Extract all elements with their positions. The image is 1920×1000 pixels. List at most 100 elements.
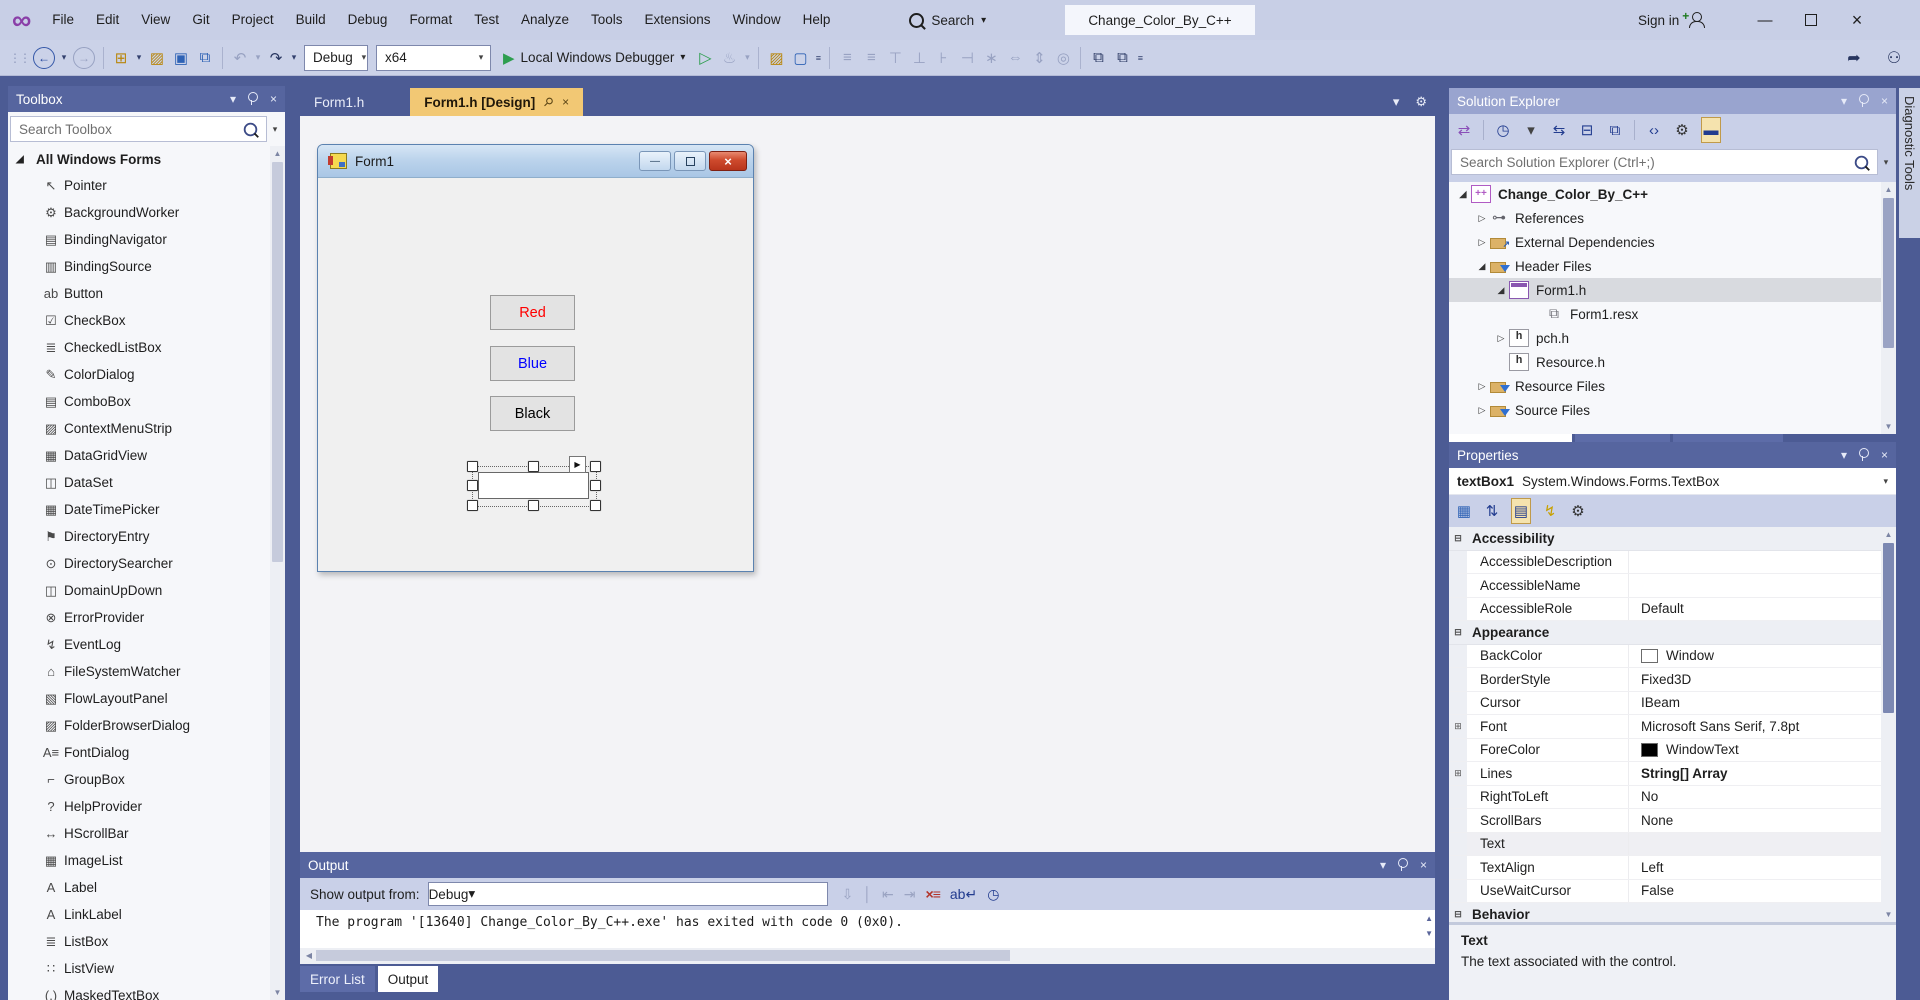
- property-value[interactable]: Microsoft Sans Serif, 7.8pt: [1629, 719, 1896, 734]
- menu-item[interactable]: Help: [792, 0, 842, 40]
- properties-toolbar-icon[interactable]: ▤: [1511, 498, 1531, 524]
- tree-row[interactable]: ▷ Resource Files: [1449, 374, 1896, 398]
- toolbox-item[interactable]: ⚑ DirectoryEntry: [8, 523, 285, 550]
- property-row[interactable]: UseWaitCursor False: [1449, 880, 1896, 904]
- property-row[interactable]: ScrollBars None: [1449, 809, 1896, 833]
- toolbar-icon[interactable]: ▷: [694, 45, 716, 71]
- output-vscroll-buttons[interactable]: ▲ ▼: [1425, 914, 1433, 938]
- category-expander-icon[interactable]: ⊞: [1449, 762, 1467, 785]
- resize-handle[interactable]: [467, 500, 478, 511]
- toolbar-icon[interactable]: ≡: [1135, 45, 1145, 71]
- category-expander-icon[interactable]: [1449, 809, 1467, 832]
- property-value[interactable]: Window: [1629, 648, 1896, 663]
- toolbox-item[interactable]: ⊙ DirectorySearcher: [8, 550, 285, 577]
- toolbox-header[interactable]: Toolbox ▾ ×: [8, 86, 285, 112]
- toolbar-icon[interactable]: ▾: [742, 45, 752, 71]
- form-button[interactable]: Blue: [490, 346, 575, 381]
- properties-toolbar-icon[interactable]: ▦: [1455, 499, 1473, 523]
- toolbox-item[interactable]: ≣ ListBox: [8, 928, 285, 955]
- designer-textbox[interactable]: [478, 472, 589, 499]
- toolbox-item[interactable]: ⌐ GroupBox: [8, 766, 285, 793]
- close-icon[interactable]: ×: [562, 95, 569, 109]
- tree-row[interactable]: ▷ External Dependencies: [1449, 230, 1896, 254]
- property-row[interactable]: RightToLeft No: [1449, 786, 1896, 810]
- toolbar-icon[interactable]: ⊥: [908, 45, 930, 71]
- solution-explorer-toolbar-icon[interactable]: ⊟: [1578, 118, 1596, 142]
- tree-row[interactable]: ◢ Change_Color_By_C++: [1449, 182, 1896, 206]
- pin-icon[interactable]: [1398, 858, 1408, 868]
- sign-in-link[interactable]: Sign in: [1638, 13, 1679, 28]
- toolbox-item[interactable]: ▤ BindingNavigator: [8, 226, 285, 253]
- expander-icon[interactable]: ▷: [1474, 405, 1490, 416]
- tab-form1h[interactable]: Form1.h: [300, 88, 378, 116]
- scroll-down-icon[interactable]: ▼: [1881, 907, 1896, 922]
- resize-handle[interactable]: [467, 480, 478, 491]
- expander-icon[interactable]: ◢: [1455, 189, 1471, 200]
- toolbar-icon[interactable]: ▾: [59, 45, 69, 71]
- resize-handle[interactable]: [590, 500, 601, 511]
- designed-form-window[interactable]: Form1 — × Red Blue Black: [317, 144, 754, 572]
- property-value[interactable]: Left: [1629, 860, 1896, 875]
- scroll-left-icon[interactable]: ◀: [302, 948, 316, 964]
- toolbar-icon[interactable]: [103, 47, 104, 69]
- toolbox-item[interactable]: ↔ HScrollBar: [8, 820, 285, 847]
- add-account-icon[interactable]: +: [1688, 12, 1704, 28]
- chevron-down-icon[interactable]: ▾: [1841, 448, 1847, 462]
- properties-toolbar-icon[interactable]: ↯: [1541, 499, 1559, 523]
- resize-handle[interactable]: [467, 461, 478, 472]
- toolbar-icon[interactable]: ⧉: [1087, 45, 1109, 71]
- category-expander-icon[interactable]: [1449, 598, 1467, 621]
- scrollbar-thumb[interactable]: [1883, 543, 1894, 713]
- property-value[interactable]: None: [1629, 813, 1896, 828]
- toolbox-item[interactable]: ▥ BindingSource: [8, 253, 285, 280]
- toolbox-item[interactable]: ▧ FlowLayoutPanel: [8, 685, 285, 712]
- toolbox-item[interactable]: ◫ DomainUpDown: [8, 577, 285, 604]
- property-row[interactable]: ⊞ Lines String[] Array: [1449, 762, 1896, 786]
- expander-icon[interactable]: ▷: [1493, 333, 1509, 344]
- toolbar-icon[interactable]: ⇕: [1028, 45, 1050, 71]
- menu-item[interactable]: View: [130, 0, 181, 40]
- toolbar-right-icon[interactable]: ⚇: [1883, 45, 1905, 71]
- toolbar-icon[interactable]: ▾: [289, 45, 299, 71]
- property-row[interactable]: ⊞ Font Microsoft Sans Serif, 7.8pt: [1449, 715, 1896, 739]
- scroll-up-icon[interactable]: ▲: [1881, 182, 1896, 197]
- toolbar-icon[interactable]: ⧉: [194, 45, 216, 71]
- toolbar-icon[interactable]: ⋮⋮: [9, 45, 29, 71]
- category-expander-icon[interactable]: [1449, 645, 1467, 668]
- solution-explorer-toolbar-icon[interactable]: ◷: [1494, 118, 1512, 142]
- chevron-down-icon[interactable]: ▾: [1841, 94, 1847, 108]
- pin-icon[interactable]: [248, 92, 258, 102]
- menu-item[interactable]: Edit: [85, 0, 130, 40]
- scroll-up-icon[interactable]: ▲: [1425, 914, 1433, 923]
- output-toolbar-icon[interactable]: ⇥: [904, 886, 916, 903]
- gear-icon[interactable]: ⚙: [1415, 94, 1427, 110]
- toolbox-item[interactable]: ▨ ContextMenuStrip: [8, 415, 285, 442]
- toolbox-item[interactable]: ▦ DataGridView: [8, 442, 285, 469]
- property-row[interactable]: Text: [1449, 833, 1896, 857]
- menu-item[interactable]: Window: [722, 0, 792, 40]
- property-row[interactable]: ⊟ Accessibility: [1449, 527, 1896, 551]
- solution-explorer-header[interactable]: Solution Explorer ▾ ×: [1449, 88, 1896, 114]
- resize-handle[interactable]: [528, 500, 539, 511]
- toolbar-icon[interactable]: ♨: [718, 45, 740, 71]
- solution-explorer-toolbar-icon[interactable]: ▬: [1701, 117, 1721, 143]
- search-control[interactable]: Search ▾: [901, 13, 994, 28]
- solution-explorer-toolbar-icon[interactable]: ‹›: [1645, 118, 1663, 142]
- pin-icon[interactable]: ⚲: [541, 94, 557, 110]
- toolbox-item[interactable]: A LinkLabel: [8, 901, 285, 928]
- toolbox-item[interactable]: ∷ ListView: [8, 955, 285, 982]
- output-toolbar-icon[interactable]: ab↵: [950, 886, 977, 903]
- property-value[interactable]: Fixed3D: [1629, 672, 1896, 687]
- scroll-down-icon[interactable]: ▼: [270, 985, 285, 1000]
- toolbar-icon[interactable]: [222, 47, 223, 69]
- solution-explorer-toolbar-icon[interactable]: ⚙: [1673, 118, 1691, 142]
- category-expander-icon[interactable]: ⊟: [1449, 903, 1467, 922]
- toolbox-item[interactable]: ab Button: [8, 280, 285, 307]
- property-value[interactable]: IBeam: [1629, 695, 1896, 710]
- properties-toolbar-icon[interactable]: ⚙: [1569, 499, 1587, 523]
- toolbar-icon[interactable]: ↷: [265, 45, 287, 71]
- property-value[interactable]: No: [1629, 789, 1896, 804]
- property-value[interactable]: WindowText: [1629, 742, 1896, 757]
- menu-item[interactable]: File: [41, 0, 85, 40]
- output-header[interactable]: Output ▾ ×: [300, 852, 1435, 878]
